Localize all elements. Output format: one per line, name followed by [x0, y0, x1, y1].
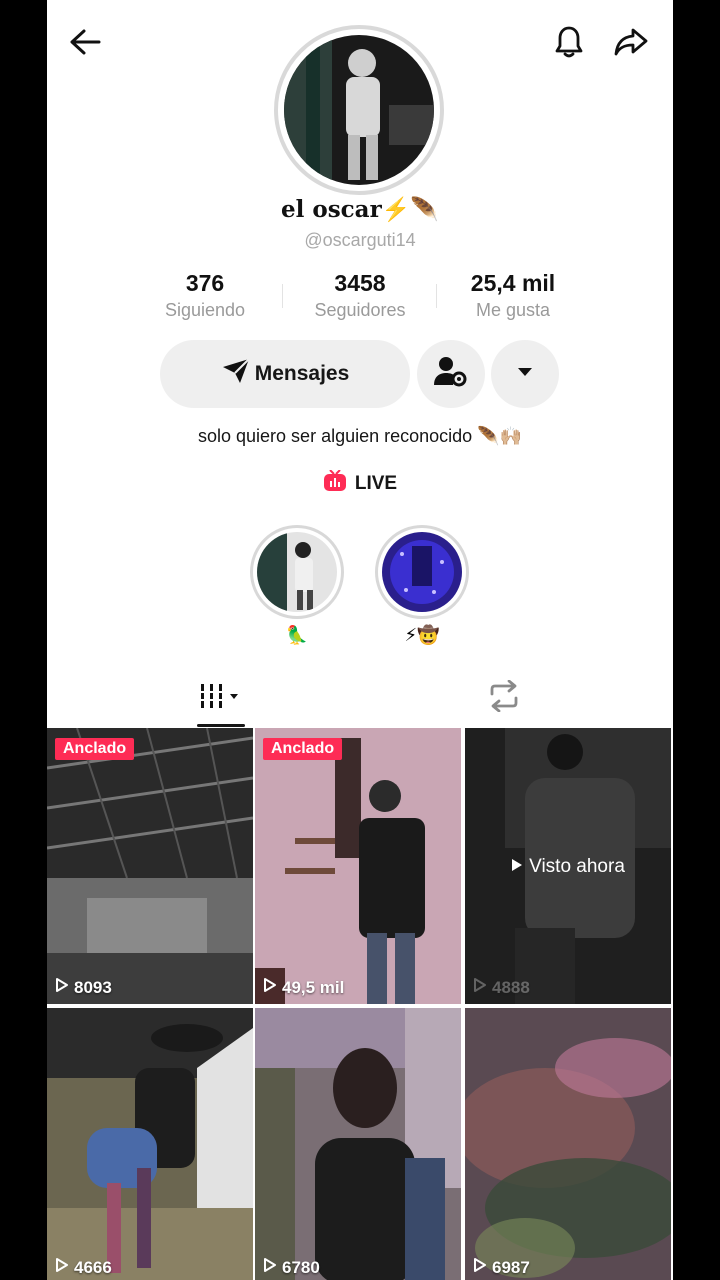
thumbnail-image	[47, 1008, 253, 1280]
view-count: 49,5 mil	[263, 977, 344, 998]
thumbnail-image	[47, 728, 253, 1004]
stat-likes[interactable]: 25,4 mil Me gusta	[443, 270, 583, 321]
share-icon[interactable]	[611, 22, 651, 62]
stat-label: Siguiendo	[164, 300, 246, 320]
view-count: 4888	[473, 977, 530, 998]
content-tabs	[47, 668, 673, 728]
profile-stats: 376 Siguiendo 3458 Seguidores 25,4 mil M…	[47, 270, 673, 330]
play-outline-icon	[263, 977, 277, 998]
messages-button[interactable]: Mensajes	[160, 340, 410, 408]
view-count: 4666	[55, 1257, 112, 1278]
user-gear-icon	[433, 355, 469, 394]
stat-label: Me gusta	[475, 300, 551, 320]
live-link[interactable]: LIVE	[47, 469, 673, 498]
highlight-item[interactable]: 🦜	[250, 525, 344, 647]
highlight-item[interactable]: ⚡🤠	[375, 525, 469, 647]
live-label: LIVE	[354, 473, 398, 494]
highlight-image	[382, 532, 462, 612]
view-count-text: 6987	[492, 1257, 530, 1277]
pinned-badge: Anclado	[263, 738, 343, 760]
stat-label: Seguidores	[314, 300, 406, 320]
highlight-ring	[250, 525, 344, 619]
story-highlights: 🦜 ⚡🤠	[47, 525, 673, 655]
view-count: 6987	[473, 1257, 530, 1278]
stat-value: 25,4 mil	[470, 270, 556, 296]
view-count: 8093	[55, 977, 112, 998]
thumbnail-image	[255, 1008, 461, 1280]
view-count: 6780	[263, 1257, 320, 1278]
stat-divider	[436, 284, 437, 308]
profile-bio: solo quiero ser alguien reconocido 🪶🙌🏼	[198, 426, 522, 446]
stat-divider	[282, 284, 283, 308]
back-arrow-icon[interactable]	[65, 22, 105, 62]
avatar-image	[284, 35, 434, 185]
play-icon	[511, 856, 523, 878]
video-thumbnail[interactable]: Anclado 49,5 mil	[255, 728, 461, 1004]
more-dropdown-button[interactable]	[491, 340, 559, 408]
stat-value: 376	[185, 270, 225, 296]
thumbnail-image	[255, 728, 461, 1004]
add-friend-settings-button[interactable]	[417, 340, 485, 408]
play-outline-icon	[263, 1257, 277, 1278]
play-outline-icon	[473, 1257, 487, 1278]
profile-actions: Mensajes	[47, 340, 673, 408]
nickname-text: el oscar	[281, 196, 382, 223]
messages-button-label: Mensajes	[254, 362, 350, 385]
view-count-text: 49,5 mil	[282, 977, 345, 997]
video-thumbnail[interactable]: 6780	[255, 1008, 461, 1280]
view-count-text: 8093	[74, 977, 112, 997]
send-icon	[221, 357, 251, 391]
live-tv-icon	[323, 469, 347, 498]
stat-value: 3458	[334, 270, 386, 296]
highlight-image	[257, 532, 337, 612]
repost-icon	[486, 679, 522, 717]
profile-handle: @oscarguti14	[304, 230, 416, 250]
stat-following[interactable]: 376 Siguiendo	[135, 270, 275, 321]
tab-videos[interactable]	[195, 668, 245, 728]
caret-down-icon	[516, 365, 534, 383]
video-thumbnail[interactable]: 6987	[465, 1008, 671, 1280]
view-count-text: 4888	[492, 977, 530, 997]
highlight-label: ⚡🤠	[404, 625, 440, 645]
highlight-label: 🦜	[285, 625, 309, 645]
play-outline-icon	[55, 1257, 69, 1278]
play-outline-icon	[55, 977, 69, 998]
nickname-emoji: ⚡🪶	[381, 196, 439, 223]
view-count-text: 6780	[282, 1257, 320, 1277]
video-thumbnail[interactable]: 4666	[47, 1008, 253, 1280]
play-outline-icon	[473, 977, 487, 998]
active-tab-indicator	[197, 724, 245, 727]
watched-now-text: Visto ahora	[529, 856, 625, 877]
watched-now-overlay: Visto ahora	[465, 856, 671, 878]
stat-followers[interactable]: 3458 Seguidores	[290, 270, 430, 321]
tab-reposts[interactable]	[479, 668, 529, 728]
pinned-badge: Anclado	[55, 738, 135, 760]
highlight-ring	[375, 525, 469, 619]
video-thumbnail[interactable]: Visto ahora 4888	[465, 728, 671, 1004]
profile-nickname: el oscar⚡🪶	[47, 196, 673, 223]
view-count-text: 4666	[74, 1257, 112, 1277]
bell-icon[interactable]	[549, 22, 589, 62]
profile-screen: el oscar⚡🪶 @oscarguti14 376 Siguiendo 34…	[47, 0, 673, 1280]
profile-avatar[interactable]	[274, 25, 444, 195]
thumbnail-image	[465, 1008, 671, 1280]
grid-icon	[197, 681, 243, 716]
video-thumbnail[interactable]: Anclado 8093	[47, 728, 253, 1004]
